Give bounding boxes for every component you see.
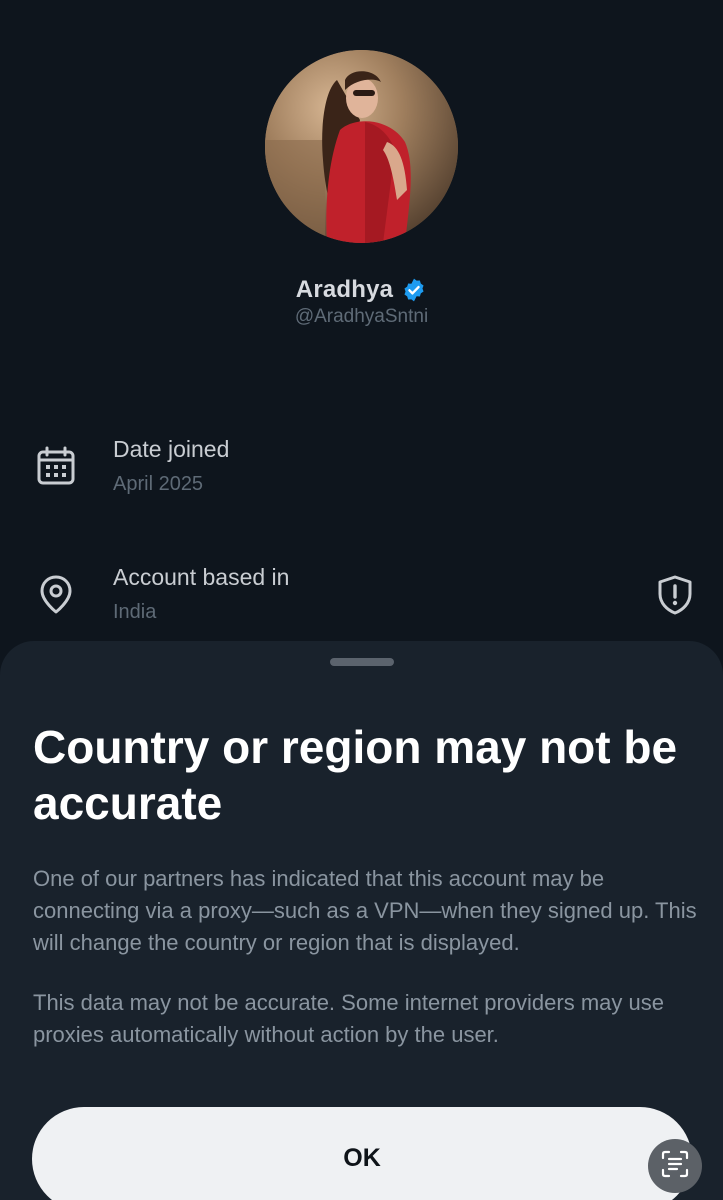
account-based-in-value: India [113,601,157,623]
shield-alert-icon[interactable] [654,574,696,616]
sheet-title: Country or region may not be accurate [33,721,678,829]
profile-about-screen: Aradhya @AradhyaSntni Date joined April … [0,0,723,1200]
sheet-paragraph-1: One of our partners has indicated that t… [33,866,697,955]
profile-name-row: Aradhya [0,276,723,304]
bottom-sheet: Country or region may not be accurate On… [0,641,723,1200]
text-scan-button[interactable] [648,1139,702,1193]
profile-avatar[interactable] [265,50,458,243]
date-joined-value: April 2025 [113,473,204,495]
account-based-in-row: Account based in India [0,560,723,640]
ok-button-label: OK [343,1144,381,1172]
date-joined-row: Date joined April 2025 [0,432,723,512]
avatar-image [265,50,458,243]
text-scan-icon [660,1149,690,1184]
verified-badge-icon [401,277,427,303]
profile-handle: @AradhyaSntni [294,306,429,327]
account-based-in-label: Account based in [113,564,290,590]
sheet-drag-handle[interactable] [330,658,394,666]
date-joined-label: Date joined [113,436,230,462]
sheet-paragraph-2: This data may not be accurate. Some inte… [33,990,664,1047]
profile-name: Aradhya [295,276,394,303]
location-pin-icon [36,574,76,614]
ok-button[interactable]: OK [32,1107,692,1200]
calendar-icon [36,446,76,486]
